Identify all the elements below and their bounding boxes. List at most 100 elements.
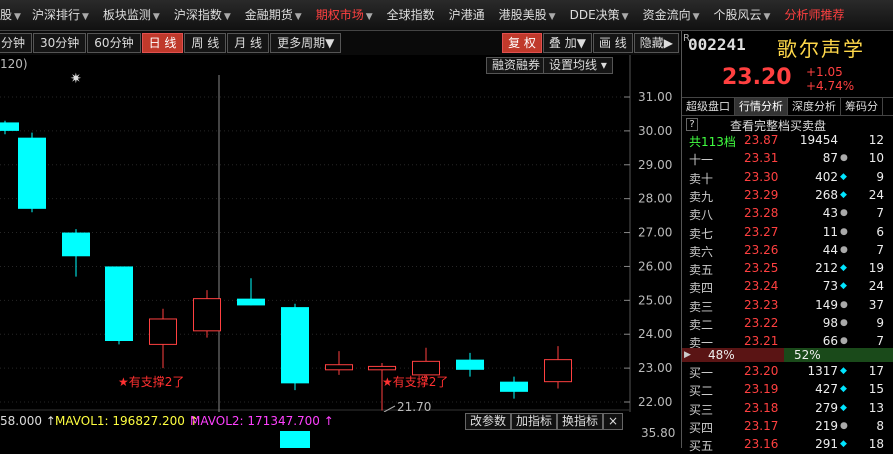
stock-code: 002241 xyxy=(688,35,746,54)
menu-item-10[interactable]: 资金流向 ▼ xyxy=(636,0,707,31)
orderbook-row[interactable]: 十一 23.31 87 ● 10 xyxy=(682,150,893,168)
orderbook-vol: 427 xyxy=(815,382,838,397)
period-button-4[interactable]: 周 线 xyxy=(184,33,227,53)
candle-body-down xyxy=(105,266,133,341)
orderbook-count: 7 xyxy=(876,334,884,349)
orderbook-count: 10 xyxy=(868,151,884,166)
candle-body-down xyxy=(500,381,528,392)
orderbook-label: 买一 xyxy=(689,366,714,380)
orderbook-row[interactable]: 卖八 23.28 43 ● 7 xyxy=(682,205,893,223)
orderbook-mark: ◆ xyxy=(840,384,847,395)
quote-tab-2[interactable]: 深度分析 xyxy=(788,98,841,115)
menu-item-1[interactable]: 沪深排行 ▼ xyxy=(25,0,96,31)
menu-item-label: 全球指数 xyxy=(386,7,435,22)
menu-item-9[interactable]: DDE决策 ▼ xyxy=(563,0,636,31)
orderbook-mark: ◆ xyxy=(840,263,847,274)
orderbook-label: 卖四 xyxy=(689,281,714,296)
chevron-down-icon: ▼ xyxy=(548,11,556,22)
orderbook-vol: 66 xyxy=(822,334,838,349)
orderbook-header: ? 查看完整档买卖盘 xyxy=(682,117,893,133)
orderbook-price: 23.28 xyxy=(744,206,779,221)
orderbook-row[interactable]: 买一 23.20 1317 ◆ 17 xyxy=(682,363,893,381)
y-tick-label: 29.00 xyxy=(638,158,672,172)
period-button-5[interactable]: 月 线 xyxy=(227,33,270,53)
orderbook-label: 卖十 xyxy=(689,171,714,186)
period-button-1[interactable]: 30分钟 xyxy=(33,33,87,53)
orderbook-row[interactable]: 买四 23.17 219 ● 8 xyxy=(682,418,893,436)
vol-readout: 58.000 ↑ xyxy=(0,414,56,428)
menu-item-11[interactable]: 个股风云 ▼ xyxy=(707,0,778,31)
menu-item-12[interactable]: 分析师推荐 xyxy=(777,0,851,31)
chevron-down-icon: ▼ xyxy=(692,11,700,22)
y-tick-label: 28.00 xyxy=(638,192,672,206)
menu-item-6[interactable]: 全球指数 xyxy=(380,0,442,31)
menu-item-2[interactable]: 板块监测 ▼ xyxy=(96,0,167,31)
orderbook-mark: ● xyxy=(840,336,848,347)
orderbook-mark: ● xyxy=(840,208,848,219)
close-indicator-button[interactable]: × xyxy=(603,413,624,430)
orderbook-count: 19 xyxy=(868,261,884,276)
period-button-2[interactable]: 60分钟 xyxy=(87,33,141,53)
orderbook-row[interactable]: 买三 23.18 279 ◆ 13 xyxy=(682,400,893,418)
menu-item-3[interactable]: 沪深指数 ▼ xyxy=(167,0,238,31)
menu-item-4[interactable]: 金融期货 ▼ xyxy=(238,0,309,31)
edit-params-button[interactable]: 改参数 xyxy=(465,413,512,430)
right-tool-button-1[interactable]: 叠 加▼ xyxy=(542,33,592,53)
chevron-down-icon: ▼ xyxy=(14,11,21,22)
orderbook-row[interactable]: 卖七 23.27 11 ● 6 xyxy=(682,224,893,242)
right-tool-button-3[interactable]: 隐藏▶ xyxy=(633,33,679,53)
buy-sell-ratio: ▶ 48% 52% xyxy=(682,348,893,362)
orderbook-row[interactable]: 卖二 23.22 98 ● 9 xyxy=(682,315,893,333)
menu-item-0[interactable]: 股 ▼ xyxy=(0,0,25,31)
add-indicator-button[interactable]: 加指标 xyxy=(511,413,558,430)
orderbook-price: 23.22 xyxy=(744,316,779,330)
orderbook-vol: 87 xyxy=(822,151,838,166)
period-button-6[interactable]: 更多周期▼ xyxy=(270,33,342,53)
orderbook-row[interactable]: 卖六 23.26 44 ● 7 xyxy=(682,242,893,260)
quote-tab-0[interactable]: 超级盘口 xyxy=(682,98,735,115)
menu-item-8[interactable]: 港股美股 ▼ xyxy=(492,0,563,31)
right-tool-button-2[interactable]: 画 线 xyxy=(592,33,633,53)
orderbook-label: 买四 xyxy=(689,420,714,435)
switch-indicator-button[interactable]: 换指标 xyxy=(557,413,604,430)
orderbook-label: 卖七 xyxy=(689,226,714,241)
top-menu-bar: 股 ▼ 沪深排行 ▼ 板块监测 ▼ 沪深指数 ▼ 金融期货 ▼ 期权市场 ▼ 全球指数 沪港通 港股美股 ▼ D… xyxy=(0,0,893,31)
candle-body-up xyxy=(193,298,221,332)
menu-item-label: 资金流向 xyxy=(642,7,691,22)
price-change: +1.05 +4.74% xyxy=(806,65,854,93)
chevron-down-icon: ▼ xyxy=(365,11,373,22)
orderbook-mark: ● xyxy=(840,420,848,431)
orderbook-row[interactable]: 卖九 23.29 268 ◆ 24 xyxy=(682,187,893,205)
orderbook-row[interactable]: 买二 23.19 427 ◆ 15 xyxy=(682,381,893,399)
orderbook-row[interactable]: 共113档 23.87 19454 12 xyxy=(682,132,893,150)
help-icon[interactable]: ? xyxy=(686,118,698,131)
candle-body-down xyxy=(62,232,90,257)
orderbook-count: 7 xyxy=(876,242,884,257)
orderbook-vol: 1317 xyxy=(807,364,838,378)
right-tool-button-0[interactable]: 复 权 xyxy=(502,33,542,53)
orderbook-row[interactable]: 卖五 23.25 212 ◆ 19 xyxy=(682,260,893,278)
orderbook-row[interactable]: 卖四 23.24 73 ◆ 24 xyxy=(682,278,893,296)
orderbook-price: 23.21 xyxy=(744,334,779,349)
orderbook-row[interactable]: 买五 23.16 291 ◆ 18 xyxy=(682,436,893,454)
menu-item-7[interactable]: 沪港通 xyxy=(442,0,492,31)
period-button-3[interactable]: 日 线 xyxy=(141,33,184,53)
orderbook-label: 卖二 xyxy=(689,318,714,332)
chevron-down-icon: ▼ xyxy=(81,11,89,22)
quote-tab-3[interactable]: 筹码分 xyxy=(841,98,883,115)
quote-tab-1[interactable]: 行情分析 xyxy=(735,98,788,115)
orderbook-label: 卖三 xyxy=(689,299,714,314)
period-button-0[interactable]: 分钟 xyxy=(0,33,33,53)
orderbook-label: 共113档 xyxy=(689,135,736,149)
orderbook-row[interactable]: 卖十 23.30 402 ◆ 9 xyxy=(682,169,893,187)
menu-item-5[interactable]: 期权市场 ▼ xyxy=(309,0,380,31)
orderbook-row[interactable]: 卖三 23.23 149 ● 37 xyxy=(682,297,893,315)
orderbook-vol: 219 xyxy=(815,418,838,433)
y-tick-label: 27.00 xyxy=(638,226,672,240)
candle-body-up xyxy=(412,360,440,376)
orderbook-count: 37 xyxy=(868,297,884,312)
orderbook-price: 23.18 xyxy=(744,400,779,415)
support-annotation: ★有支撑2了 xyxy=(382,374,448,389)
kline-chart[interactable]: 31.00 30.00 29.00 28.00 27.00 26.00 25.00 24.00… xyxy=(0,55,680,412)
orderbook-mark: ● xyxy=(840,153,848,164)
